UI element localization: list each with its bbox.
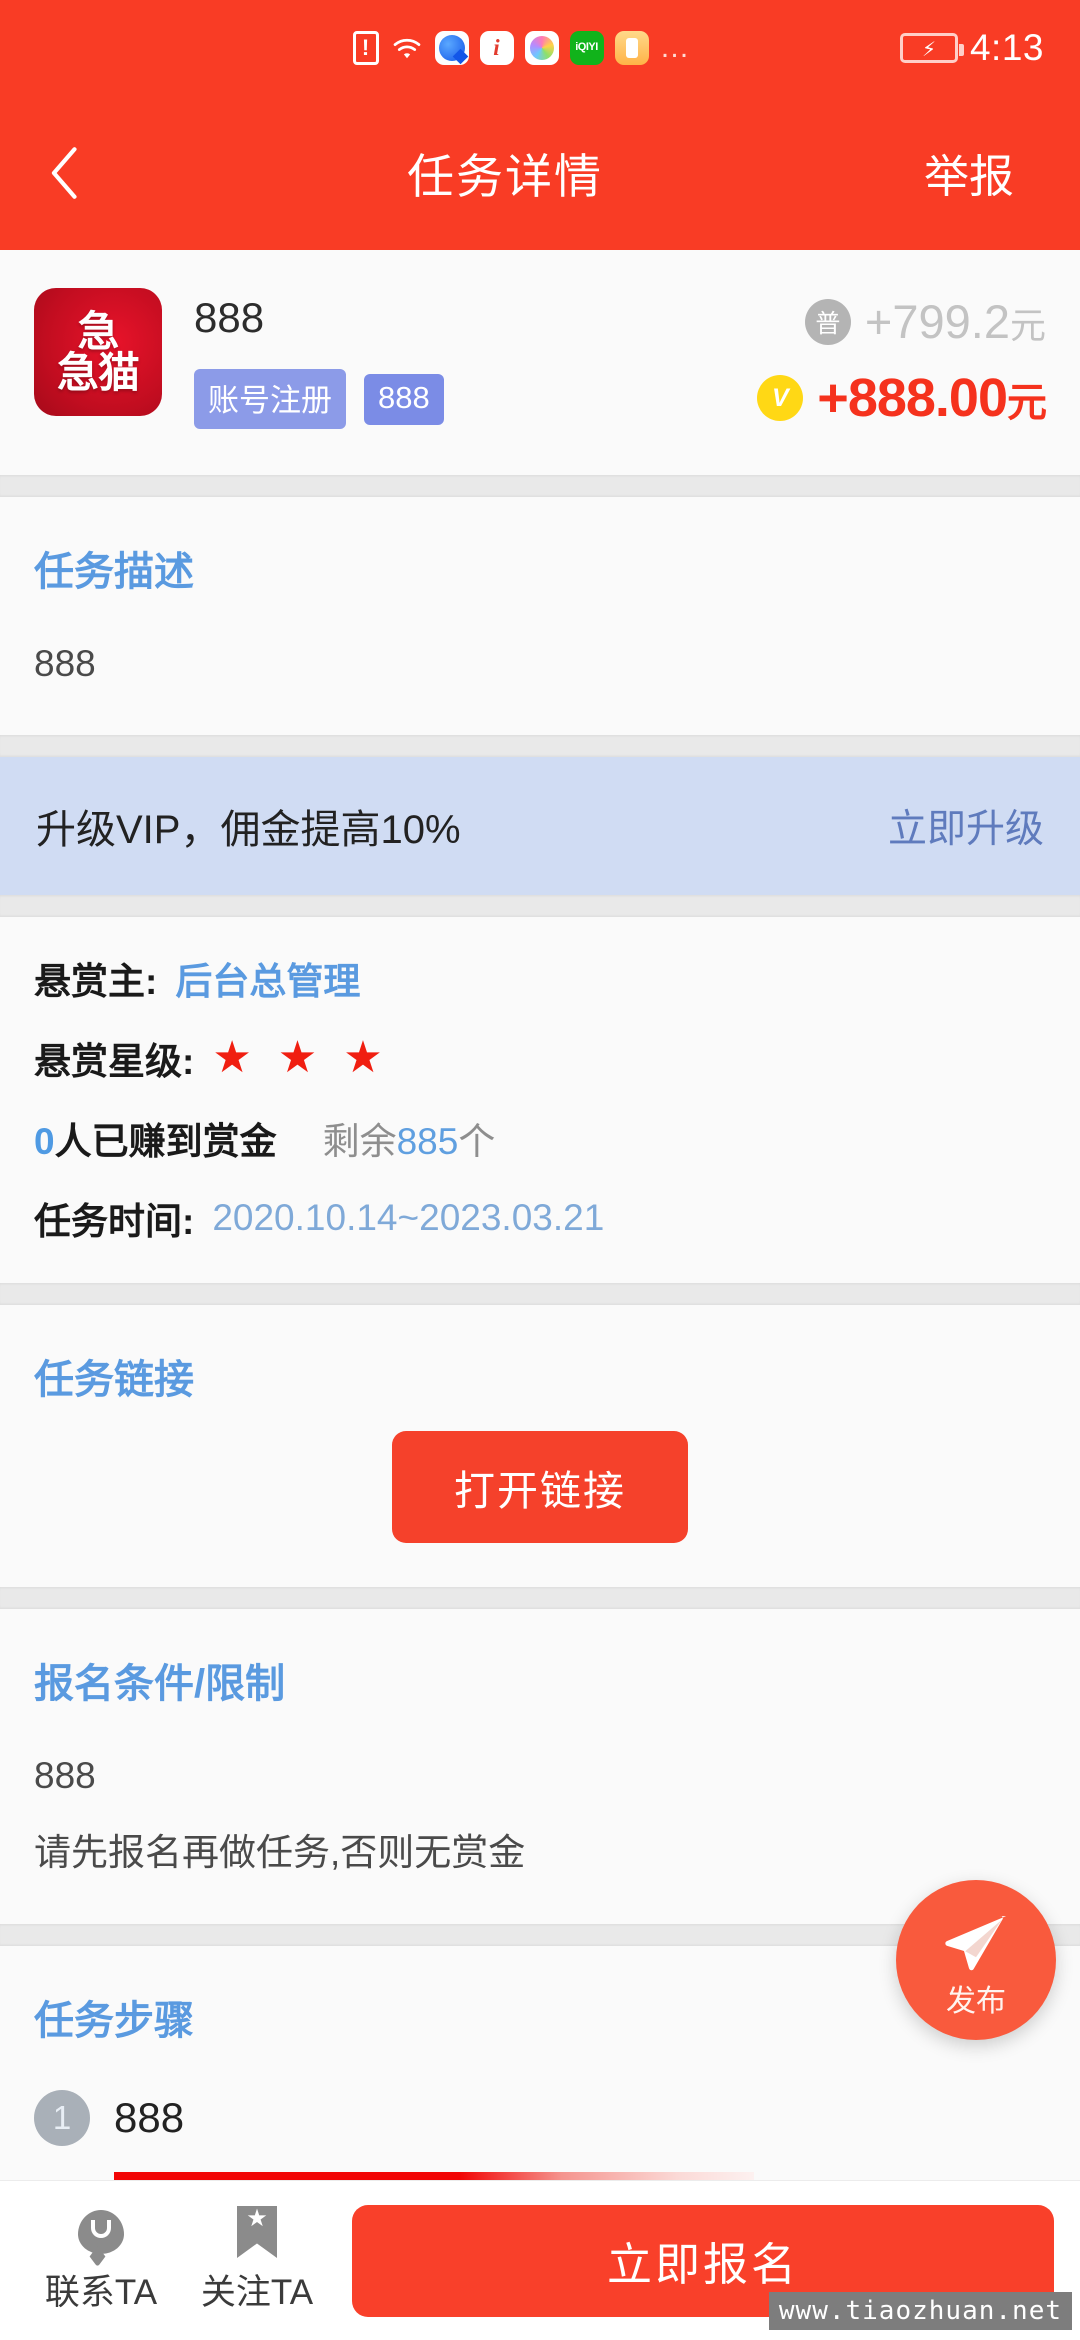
follow-label: 关注TA (200, 2273, 314, 2312)
vip-banner-text: 升级VIP，佣金提高10% (36, 807, 461, 852)
vip-upgrade-link[interactable]: 立即升级 (888, 798, 1044, 854)
signup-conditions-line-2: 请先报名再做任务,否则无赏金 (34, 1832, 526, 1874)
status-bar: i iQIYI … ⚡ 4:13 (0, 0, 1080, 95)
owner-row: 悬赏主: 后台总管理 (34, 951, 1046, 1005)
owner-name[interactable]: 后台总管理 (175, 951, 360, 1005)
earned-count: 0 (34, 1120, 55, 1162)
page-title: 任务详情 (407, 150, 603, 203)
task-reward-block: 普 +799.2元 V +888.00元 (757, 288, 1047, 429)
task-description-section: 任务描述 888 (0, 497, 1080, 735)
open-link-button-wrap: 打开链接 (34, 1430, 1046, 1543)
battery-charging-icon: ⚡ (899, 32, 964, 63)
report-button[interactable]: 举报 (880, 140, 1080, 205)
status-bar-icons: i iQIYI … (352, 30, 692, 65)
star-rating: ★ ★ ★ (212, 1032, 383, 1082)
follow-button[interactable]: 关注TA (182, 2206, 332, 2315)
section-divider (0, 1586, 1080, 1609)
star-icon: ★ (212, 1032, 252, 1082)
normal-reward-value: +799.2 (864, 295, 1010, 348)
remaining-count: 885 (396, 1120, 459, 1162)
status-bar-right: ⚡ 4:13 (692, 27, 1080, 69)
star-level-label: 悬赏星级: (34, 1040, 195, 1082)
vip-reward-row: V +888.00元 (757, 367, 1047, 429)
earned-row: 0 人已赚到赏金 剩余885个 (34, 1111, 1046, 1165)
contact-button[interactable]: 联系TA (26, 2206, 176, 2315)
sim-alert-icon (352, 30, 379, 65)
chat-bubble-icon (78, 2206, 124, 2258)
signup-conditions-title: 报名条件/限制 (34, 1661, 286, 1706)
app-photos-icon (524, 30, 559, 65)
wifi-icon (393, 38, 420, 58)
step-number-badge: 1 (34, 2089, 90, 2146)
status-clock: 4:13 (969, 26, 1044, 68)
remaining-group: 剩余885个 (323, 1111, 496, 1165)
earned-text: 人已赚到赏金 (54, 1120, 277, 1162)
contact-label: 联系TA (44, 2273, 158, 2312)
app-orange-icon (614, 30, 649, 65)
chevron-left-icon (51, 146, 77, 199)
app-info-icon: i (479, 30, 514, 65)
publish-fab-label: 发布 (946, 1985, 1006, 2018)
normal-reward-row: 普 +799.2元 (804, 294, 1046, 349)
task-time-row: 任务时间: 2020.10.14~2023.03.21 (34, 1191, 1046, 1245)
section-divider (0, 1282, 1080, 1305)
task-description-title: 任务描述 (34, 550, 194, 594)
owner-label: 悬赏主: (34, 960, 158, 1002)
task-tag-id: 888 (364, 373, 444, 425)
section-divider (0, 894, 1080, 917)
bookmark-star-icon (237, 2206, 277, 2258)
earned-group: 0 人已赚到赏金 (34, 1111, 277, 1165)
signup-conditions-line-1: 888 (34, 1754, 96, 1796)
watermark: www.tiaozhuan.net (768, 2292, 1072, 2330)
vip-upgrade-banner[interactable]: 升级VIP，佣金提高10% 立即升级 (0, 756, 1080, 895)
logo-line-2a: 急 (56, 349, 99, 396)
task-steps-title: 任务步骤 (34, 1998, 194, 2043)
task-title: 888 (194, 294, 265, 341)
vip-badge-icon: V (757, 375, 804, 421)
star-icon: ★ (343, 1032, 383, 1082)
publish-fab-button[interactable]: 发布 (896, 1880, 1056, 2040)
paper-plane-icon (945, 1916, 1007, 1971)
app-screen: i iQIYI … ⚡ 4:13 任务详情 举报 急 (0, 0, 1080, 2340)
logo-line-1: 急 (77, 307, 119, 355)
vip-reward-amount: +888.00元 (817, 367, 1047, 429)
task-time-value: 2020.10.14~2023.03.21 (212, 1196, 605, 1238)
section-divider (0, 734, 1080, 757)
task-time-label: 任务时间: (34, 1200, 195, 1242)
normal-reward-amount: +799.2元 (865, 294, 1046, 349)
task-link-title: 任务链接 (34, 1357, 194, 1402)
app-iqiyi-icon: iQIYI (569, 30, 604, 65)
vip-reward-unit: 元 (1007, 381, 1047, 425)
remaining-suffix: 个 (458, 1120, 496, 1162)
task-description-body: 888 (34, 643, 96, 684)
step-text: 888 (114, 2093, 185, 2141)
task-step-item: 1 888 (34, 2089, 1046, 2146)
task-tag-category: 账号注册 (194, 369, 346, 429)
task-tag-list: 账号注册 888 (194, 369, 757, 429)
section-divider (0, 475, 1080, 497)
task-link-section: 任务链接 打开链接 (0, 1304, 1080, 1587)
bounty-owner-section: 悬赏主: 后台总管理 悬赏星级: ★ ★ ★ 0 人已赚到赏金 剩余885个 任… (0, 916, 1080, 1283)
star-level-row: 悬赏星级: ★ ★ ★ (34, 1031, 1046, 1085)
logo-line-2b: 猫 (98, 349, 140, 396)
star-icon: ★ (277, 1032, 318, 1082)
normal-reward-unit: 元 (1009, 305, 1046, 346)
vip-reward-value: +888.00 (817, 368, 1008, 428)
back-button[interactable] (0, 143, 130, 203)
more-icon: … (659, 30, 692, 64)
open-link-button[interactable]: 打开链接 (392, 1430, 688, 1543)
app-blue-icon (434, 30, 469, 65)
signup-conditions-section: 报名条件/限制 888 请先报名再做任务,否则无赏金 (0, 1608, 1080, 1924)
task-summary-text: 888 账号注册 888 (162, 288, 757, 429)
nav-bar: 任务详情 举报 (0, 95, 1080, 250)
task-summary-card: 急 急 猫 888 账号注册 888 普 +799.2元 V +888.00元 (0, 250, 1080, 475)
task-app-logo: 急 急 猫 (34, 288, 162, 416)
remaining-prefix: 剩余 (322, 1120, 397, 1162)
normal-user-badge-icon: 普 (804, 298, 851, 345)
